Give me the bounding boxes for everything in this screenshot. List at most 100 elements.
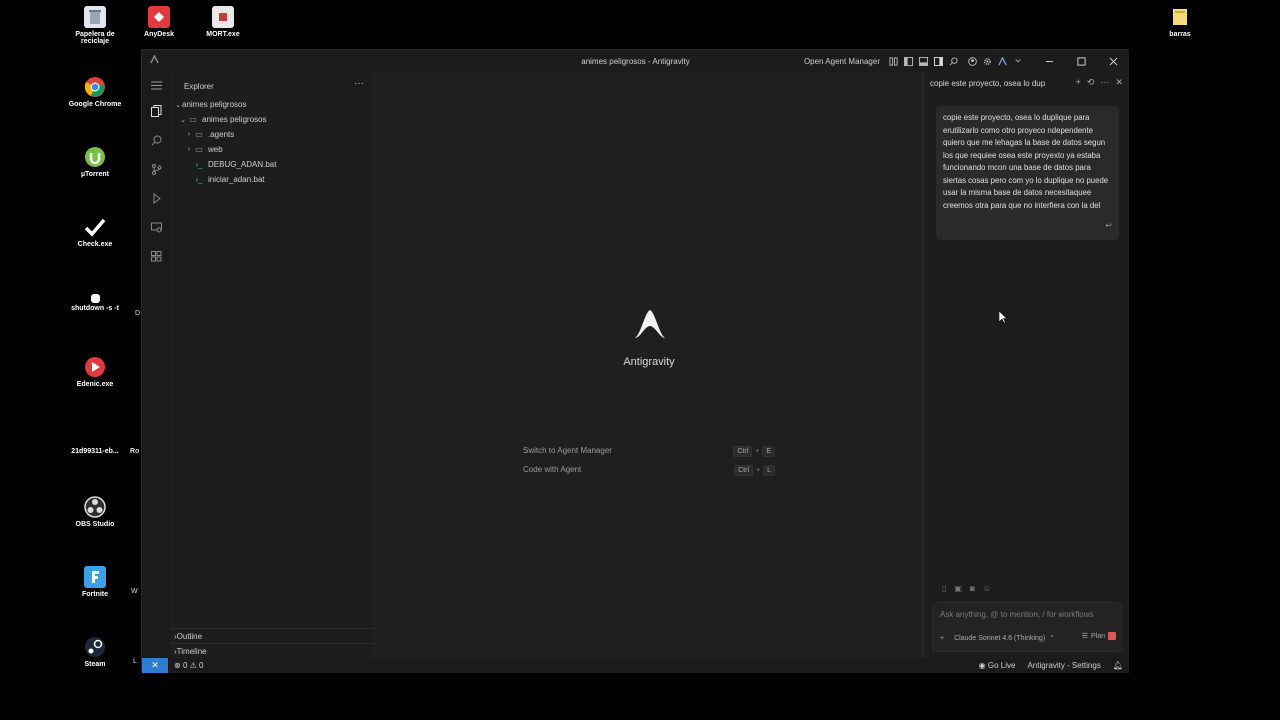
desktop-icon-fortnite[interactable]: Fortnite: [63, 566, 127, 598]
tree-item-folder[interactable]: ⌄ ▭ animes peligrosos: [170, 112, 375, 127]
go-live-button[interactable]: ◉ Go Live: [979, 661, 1016, 670]
stop-button[interactable]: [1108, 632, 1116, 640]
notifications-bell-icon[interactable]: 🔔︎: [1113, 661, 1123, 670]
tree-item-label: animes peligrosos: [202, 115, 267, 124]
desktop-icon-barras[interactable]: barras: [1148, 6, 1212, 38]
shortcut-code-with-agent[interactable]: Code with Agent Ctrl + L: [523, 465, 775, 477]
toggle-panel-icon[interactable]: [918, 56, 929, 67]
new-chat-icon[interactable]: +: [1076, 77, 1081, 88]
run-debug-icon[interactable]: [149, 191, 163, 205]
close-window-button[interactable]: [1097, 50, 1129, 72]
obs-icon: [84, 496, 106, 518]
message-text: copie este proyecto, osea lo duplique pa…: [943, 113, 1109, 210]
problems-indicator[interactable]: ⊗ 0 ⚠ 0: [174, 661, 203, 670]
desktop-icon-file[interactable]: 21d99311-eb...: [63, 448, 127, 455]
anydesk-icon: [148, 6, 170, 28]
message-fade: [936, 214, 1119, 240]
desktop-icon-steam[interactable]: Steam: [63, 636, 127, 668]
maximize-button[interactable]: [1065, 50, 1097, 72]
tree-item-folder[interactable]: › ▭ .agents: [170, 127, 375, 142]
remote-indicator-icon[interactable]: ✕: [142, 658, 168, 673]
desktop-icon-label: MORT.exe: [206, 31, 240, 38]
close-icon[interactable]: ✕: [1115, 77, 1123, 88]
explorer-sidebar: Explorer ··· ⌄ animes peligrosos ⌄ ▭ ani…: [170, 72, 375, 658]
add-context-icon[interactable]: +: [940, 635, 944, 642]
desktop-icon-chrome[interactable]: Google Chrome: [63, 76, 127, 108]
chat-input[interactable]: Ask anything, @ to mention, / for workfl…: [932, 602, 1122, 652]
tree-item-root[interactable]: ⌄ animes peligrosos: [170, 97, 375, 112]
chevron-down-icon: ⌄: [175, 101, 181, 109]
account-icon[interactable]: [967, 56, 978, 67]
minimize-button[interactable]: [1033, 50, 1065, 72]
remote-explorer-icon[interactable]: [149, 220, 163, 234]
key-ctrl: Ctrl: [734, 465, 753, 476]
more-actions-icon[interactable]: ···: [354, 78, 364, 89]
more-options-icon[interactable]: ···: [1100, 77, 1109, 88]
title-bar[interactable]: animes peligrosos - Antigravity Open Age…: [142, 50, 1129, 72]
search-icon[interactable]: [149, 133, 163, 147]
outline-section[interactable]: › Outline: [170, 628, 375, 643]
key-letter: L: [763, 465, 775, 476]
tree-item-file[interactable]: ›_ iniciar_adan.bat: [170, 172, 375, 187]
image-icon[interactable]: ▣: [954, 584, 962, 593]
model-selector[interactable]: Claude Sonnet 4.6 (Thinking): [954, 635, 1045, 642]
emoji-icon[interactable]: ☺: [983, 584, 991, 593]
search-icon[interactable]: [948, 56, 959, 67]
desktop-icon-obs[interactable]: OBS Studio: [63, 496, 127, 528]
user-message[interactable]: copie este proyecto, osea lo duplique pa…: [936, 106, 1119, 240]
key-letter: E: [762, 446, 775, 457]
tree-item-label: iniciar_adan.bat: [208, 175, 265, 184]
tree-item-file[interactable]: ›_ DEBUG_ADAN.bat: [170, 157, 375, 172]
desktop-icon-utorrent[interactable]: µTorrent: [63, 146, 127, 178]
shortcut-switch-agent-manager[interactable]: Switch to Agent Manager Ctrl + E: [523, 446, 775, 458]
explorer-icon[interactable]: [149, 104, 163, 118]
layout-icon[interactable]: [888, 56, 899, 67]
source-control-icon[interactable]: [149, 162, 163, 176]
chevron-down-icon: ⌄: [180, 116, 186, 124]
desktop-icon-label: 21d99311-eb...: [71, 448, 119, 455]
desktop-icon-label: µTorrent: [80, 171, 109, 178]
menu-icon[interactable]: [149, 78, 163, 92]
media-icon[interactable]: ◙: [970, 584, 975, 593]
desktop-icon-label: Edenic.exe: [76, 381, 114, 388]
tree-item-folder[interactable]: › ▭ web: [170, 142, 375, 157]
desktop-icon-label: OBS Studio: [75, 521, 115, 528]
activity-bar: [142, 72, 170, 658]
desktop-icon-edenic[interactable]: Edenic.exe: [63, 356, 127, 388]
file-icon[interactable]: ▯: [942, 584, 946, 593]
shortcut-icon: [90, 294, 100, 303]
toggle-secondary-sidebar-icon[interactable]: [933, 56, 944, 67]
agent-icon[interactable]: [997, 56, 1008, 67]
chevron-down-icon[interactable]: [1012, 56, 1023, 67]
settings-link[interactable]: Antigravity - Settings: [1027, 661, 1100, 670]
history-icon[interactable]: ⟲: [1087, 77, 1095, 88]
chevron-up-icon[interactable]: ⌃: [1049, 634, 1055, 642]
tree-item-label: .agents: [208, 130, 235, 139]
key-ctrl: Ctrl: [733, 446, 753, 457]
toggle-sidebar-icon[interactable]: [903, 56, 914, 67]
mode-selector[interactable]: Plan: [1091, 633, 1105, 640]
chrome-icon: [84, 76, 106, 98]
open-agent-manager-button[interactable]: Open Agent Manager: [804, 57, 880, 66]
antigravity-logo-icon: [150, 54, 159, 66]
desktop-icon-recycle-bin[interactable]: Papelera de reciclaje: [63, 6, 127, 45]
warning-icon: ⚠: [189, 661, 197, 670]
error-count: 0: [182, 661, 188, 670]
steam-icon: [84, 636, 106, 658]
desktop-icon-mort[interactable]: MORT.exe: [191, 6, 255, 38]
undo-icon[interactable]: ↩: [1105, 220, 1112, 233]
conversation-title[interactable]: copie este proyecto, osea lo dup: [930, 79, 1058, 88]
desktop-icon-anydesk[interactable]: AnyDesk: [127, 6, 191, 38]
desktop-icon-check[interactable]: Check.exe: [63, 216, 127, 248]
desktop-icon-shutdown[interactable]: shutdown -s -t: [63, 294, 127, 312]
chevron-right-icon: ›: [187, 146, 191, 153]
terminal-file-icon: ›_: [195, 160, 203, 169]
extensions-icon[interactable]: [149, 249, 163, 263]
desktop-edge-fragment: Ro: [130, 448, 140, 455]
agent-panel: copie este proyecto, osea lo dup + ⟲ ···…: [923, 72, 1129, 658]
warning-count: 0: [199, 661, 204, 670]
antigravity-logo-icon: [635, 310, 665, 338]
timeline-section[interactable]: › Timeline: [170, 643, 375, 658]
check-icon: [84, 216, 106, 238]
settings-gear-icon[interactable]: [982, 56, 993, 67]
